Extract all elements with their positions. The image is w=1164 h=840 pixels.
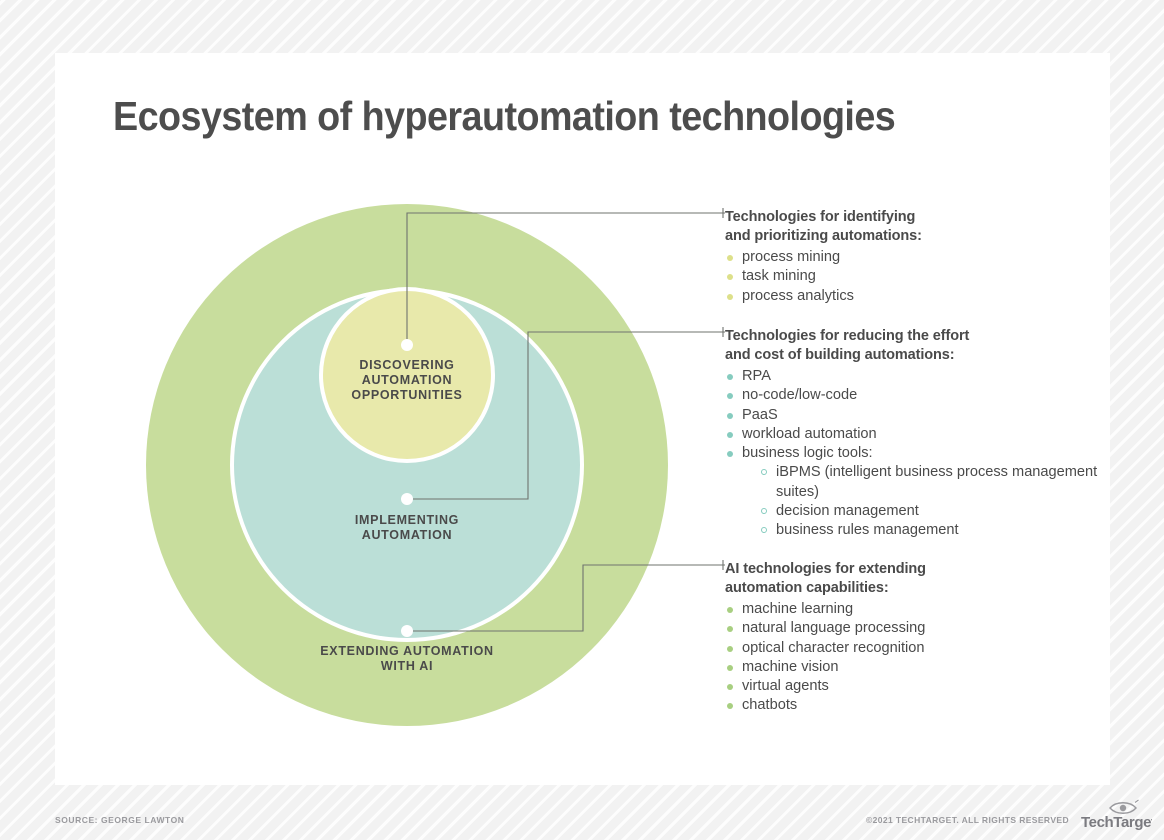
list-item-label: workload automation (742, 425, 877, 442)
bullet-dot-icon (727, 393, 733, 400)
bullet-dot-icon (727, 664, 733, 671)
list-item-label: machine vision (742, 658, 839, 675)
list-item: machine vision (725, 658, 1105, 677)
list-item-label: process analytics (742, 287, 854, 304)
list-item-label: virtual agents (742, 678, 829, 695)
legend-block-reducing-effort: Technologies for reducing the effort and… (725, 327, 1105, 541)
legend-block-heading: Technologies for identifying and priorit… (725, 208, 1105, 246)
list-item-label: task mining (742, 268, 816, 285)
techtarget-logo: TechTarget (1080, 798, 1156, 832)
sub-list-item: iBPMS (intelligent business process mana… (759, 463, 1105, 502)
bullet-dot-icon (727, 607, 733, 613)
inner-circle-label: DISCOVERING AUTOMATION OPPORTUNITIES (287, 358, 527, 403)
bullet-dot-icon (727, 274, 733, 281)
list-item-label: business logic tools: (742, 445, 873, 462)
bullet-dot-icon (727, 451, 733, 458)
bullet-dot-icon (727, 293, 733, 300)
bullet-dot-icon (727, 684, 733, 691)
inner-circle-label-line-1: DISCOVERING (359, 358, 455, 372)
list-item-label: machine learning (742, 601, 854, 617)
list-item: virtual agents (725, 677, 1105, 696)
bullet-dot-icon (727, 412, 733, 419)
middle-ring-label: IMPLEMENTING AUTOMATION (287, 513, 527, 543)
list-item: chatbots (725, 696, 1105, 715)
middle-ring-label-line-1: IMPLEMENTING (354, 513, 460, 527)
legend-bullet-list: process mining task mining process analy… (725, 248, 1105, 306)
eye-icon (1109, 799, 1139, 814)
list-item: task mining (725, 267, 1105, 286)
outer-ring-label-line-1: EXTENDING AUTOMATION (320, 644, 494, 658)
legend-block-identifying: Technologies for identifying and priorit… (725, 208, 1105, 306)
bullet-ring-icon (761, 469, 767, 476)
legend-sub-list: iBPMS (intelligent business process mana… (759, 463, 1105, 540)
legend-heading-line-1: Technologies for identifying (725, 209, 916, 225)
source-credit: SOURCE: GEORGE LAWTON (55, 815, 185, 825)
list-item-label: chatbots (742, 697, 798, 714)
anchor-dot-middle (401, 493, 413, 505)
legend-heading-line-1: AI technologies for extending (725, 561, 926, 577)
list-item: RPA (725, 367, 1105, 386)
list-item: business logic tools: iBPMS (intelligent… (725, 444, 1105, 540)
list-item-label: PaaS (742, 406, 778, 423)
legend-bullet-list: machine learning natural language proces… (725, 600, 1105, 716)
legend-heading-line-2: and prioritizing automations: (725, 228, 922, 244)
list-item: process analytics (725, 287, 1105, 306)
middle-ring-label-line-2: AUTOMATION (361, 528, 453, 542)
list-item-label: process mining (742, 249, 841, 265)
list-item: machine learning (725, 600, 1105, 619)
list-item: no-code/low-code (725, 386, 1105, 405)
inner-circle-label-line-3: OPPORTUNITIES (351, 388, 463, 402)
bullet-dot-icon (727, 255, 733, 261)
list-item-label: RPA (742, 368, 771, 384)
list-item: process mining (725, 248, 1105, 267)
bullet-dot-icon (727, 374, 733, 380)
content-card: Ecosystem of hyperautomation technologie… (55, 53, 1110, 785)
hyperautomation-diagram: DISCOVERING AUTOMATION OPPORTUNITIES IMP… (55, 53, 1110, 785)
legend-heading-line-2: automation capabilities: (725, 580, 889, 596)
legend-block-heading: Technologies for reducing the effort and… (725, 327, 1105, 365)
list-item: optical character recognition (725, 639, 1105, 658)
list-item: PaaS (725, 406, 1105, 425)
sub-list-item-label: iBPMS (intelligent business process mana… (776, 464, 1098, 500)
list-item-label: no-code/low-code (742, 387, 858, 404)
sub-list-item-label: decision management (776, 503, 919, 520)
bullet-dot-icon (727, 645, 733, 652)
legend-bullet-list: RPA no-code/low-code PaaS workload autom… (725, 367, 1105, 541)
bullet-dot-icon (727, 626, 733, 633)
techtarget-logo-svg: TechTarget (1081, 799, 1156, 831)
bullet-ring-icon (761, 508, 767, 515)
sub-list-item: business rules management (759, 521, 1105, 540)
anchor-dot-inner (401, 339, 413, 351)
outer-ring-label-line-2: WITH AI (380, 659, 434, 673)
legend-block-ai-technologies: AI technologies for extending automation… (725, 560, 1105, 716)
inner-circle-label-line-2: AUTOMATION (361, 373, 453, 387)
bullet-ring-icon (761, 527, 767, 534)
outer-ring-label: EXTENDING AUTOMATION WITH AI (247, 644, 567, 674)
bullet-dot-icon (727, 431, 733, 438)
list-item: workload automation (725, 425, 1105, 444)
anchor-dot-outer (401, 625, 413, 637)
list-item: natural language processing (725, 619, 1105, 638)
techtarget-wordmark: TechTarget (1081, 814, 1152, 831)
legend-block-heading: AI technologies for extending automation… (725, 560, 1105, 598)
list-item-label: optical character recognition (742, 639, 925, 656)
sub-list-item-label: business rules management (776, 522, 959, 539)
legend-heading-line-2: and cost of building automations: (725, 347, 955, 363)
bullet-dot-icon (727, 703, 733, 710)
legend-heading-line-1: Technologies for reducing the effort (725, 328, 970, 344)
list-item-label: natural language processing (742, 620, 926, 637)
sub-list-item: decision management (759, 502, 1105, 521)
copyright-notice: ©2021 TECHTARGET. ALL RIGHTS RESERVED (865, 815, 1069, 825)
